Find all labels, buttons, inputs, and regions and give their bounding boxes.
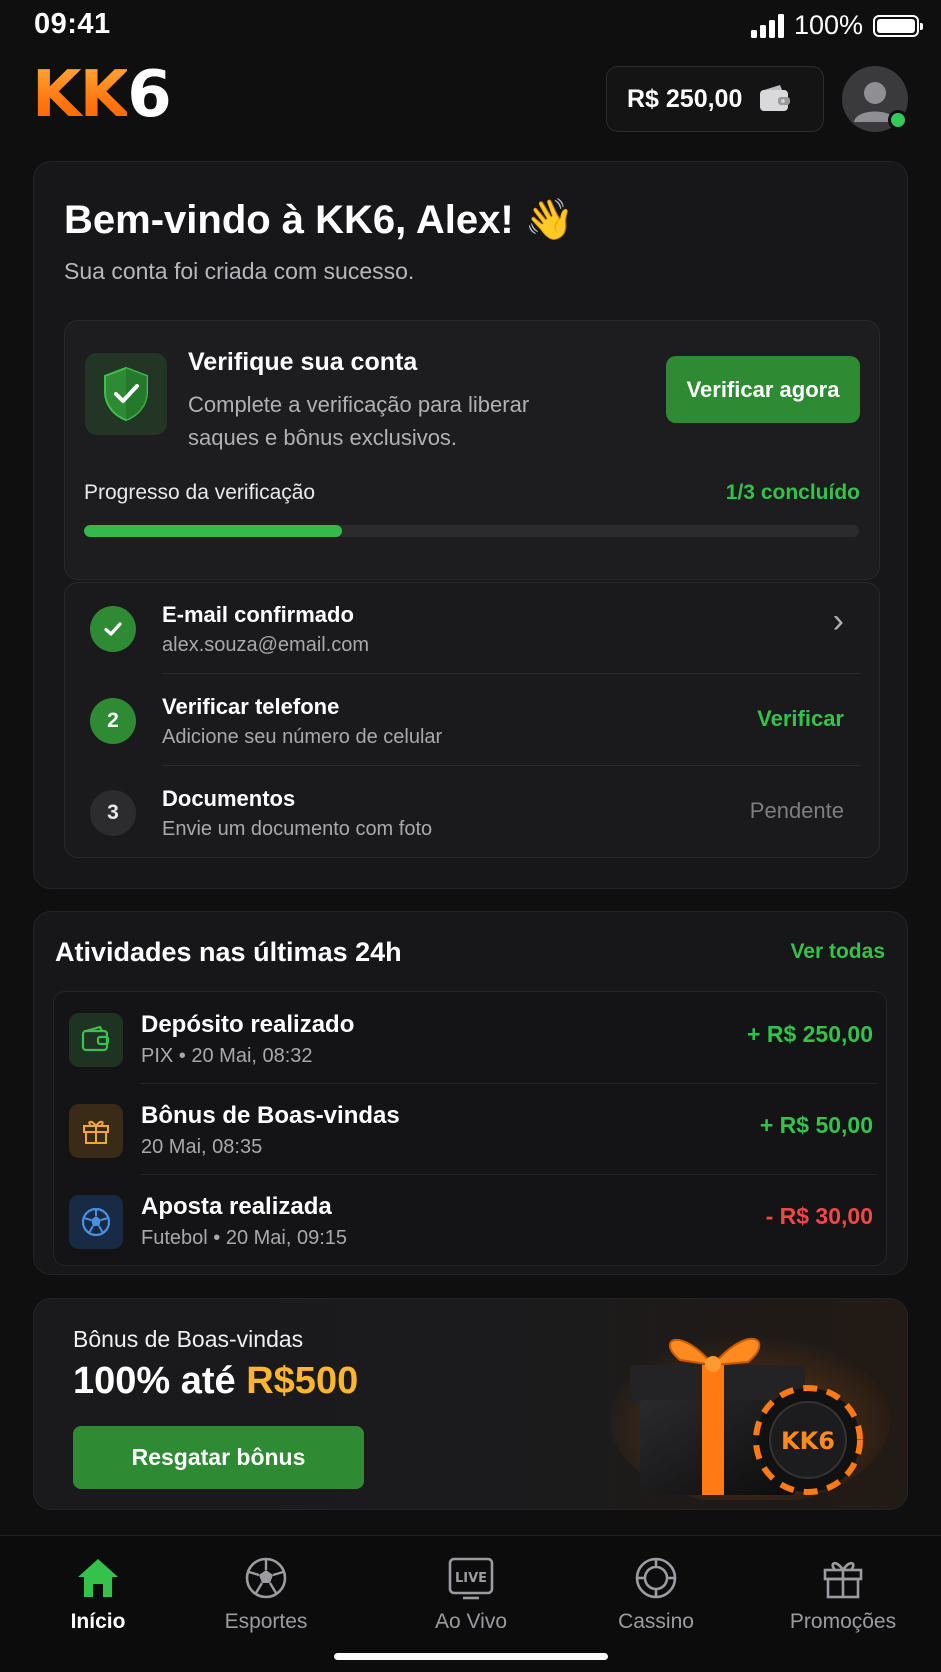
- activity-amount: - R$ 30,00: [765, 1203, 873, 1229]
- activity-item[interactable]: Depósito realizado PIX • 20 Mai, 08:32 +…: [53, 993, 887, 1084]
- verify-phone-link[interactable]: Verificar: [757, 706, 844, 732]
- soccer-ball-icon: [245, 1557, 287, 1599]
- balance-amount: R$ 250,00: [627, 84, 743, 113]
- gift-icon: [823, 1561, 863, 1599]
- tab-inicio[interactable]: Início: [18, 1556, 178, 1634]
- wallet-icon: [760, 85, 791, 111]
- claim-bonus-button[interactable]: Resgatar bônus: [73, 1426, 364, 1489]
- step-title: E-mail confirmado: [162, 602, 354, 627]
- activity-amount: + R$ 250,00: [747, 1021, 873, 1047]
- status-time: 09:41: [34, 8, 111, 40]
- tab-promocoes[interactable]: Promoções: [763, 1556, 923, 1634]
- step-subtitle: alex.souza@email.com: [162, 634, 370, 656]
- chevron-right-icon[interactable]: ›: [833, 602, 844, 641]
- progress-label: Progresso da verificação: [84, 481, 316, 504]
- tab-label: Esportes: [224, 1610, 308, 1633]
- online-status-dot: [888, 110, 908, 130]
- activity-name: Depósito realizado: [141, 1011, 355, 1038]
- step-number: 2: [90, 698, 136, 744]
- soccer-ball-icon: [69, 1195, 123, 1249]
- step-title: Verificar telefone: [162, 694, 340, 719]
- activity-name: Bônus de Boas-vindas: [141, 1102, 400, 1129]
- welcome-title: Bem-vindo à KK6, Alex! 👋: [64, 198, 575, 242]
- tab-label: Promoções: [789, 1610, 897, 1633]
- activity-meta: 20 Mai, 08:35: [141, 1136, 263, 1158]
- home-indicator: [334, 1653, 608, 1660]
- tab-esportes[interactable]: Esportes: [186, 1556, 346, 1634]
- welcome-subtitle: Sua conta foi criada com sucesso.: [64, 258, 415, 284]
- step-email[interactable]: E-mail confirmado alex.souza@email.com ›: [64, 582, 880, 674]
- shield-check-icon: [85, 353, 167, 435]
- gift-box-illustration: KK6: [610, 1335, 890, 1500]
- activity-title: Atividades nas últimas 24h: [55, 937, 402, 967]
- tab-cassino[interactable]: Cassino: [576, 1556, 736, 1634]
- live-badge: LIVE: [455, 1571, 487, 1586]
- tab-ao-vivo[interactable]: LIVE Ao Vivo: [391, 1556, 551, 1634]
- wallet-balance-button[interactable]: R$ 250,00: [606, 66, 824, 132]
- step-documents[interactable]: 3 Documentos Envie um documento com foto…: [64, 766, 880, 858]
- verify-description: Complete a verificação para liberar saqu…: [188, 392, 530, 450]
- promo-headline: 100% até R$500: [73, 1360, 359, 1402]
- step-subtitle: Envie um documento com foto: [162, 818, 433, 840]
- home-icon: [78, 1559, 118, 1597]
- activity-name: Aposta realizada: [141, 1193, 332, 1220]
- activity-meta: Futebol • 20 Mai, 09:15: [141, 1227, 348, 1249]
- step-phone[interactable]: 2 Verificar telefone Adicione seu número…: [64, 674, 880, 766]
- activity-amount: + R$ 50,00: [759, 1112, 873, 1138]
- activity-item[interactable]: Aposta realizada Futebol • 20 Mai, 09:15…: [53, 1175, 887, 1266]
- tab-label: Início: [70, 1610, 126, 1633]
- signal-icon: [750, 13, 784, 38]
- status-badge: Pendente: [749, 798, 844, 823]
- progress-status: 1/3 concluído: [725, 481, 860, 504]
- see-all-link[interactable]: Ver todas: [790, 940, 885, 964]
- check-icon: [90, 606, 136, 652]
- promo-kicker: Bônus de Boas-vindas: [73, 1326, 304, 1352]
- step-title: Documentos: [162, 786, 296, 811]
- step-subtitle: Adicione seu número de celular: [162, 726, 443, 748]
- live-tv-icon: LIVE: [448, 1557, 494, 1600]
- status-indicators: 100%: [750, 10, 923, 41]
- tab-label: Cassino: [618, 1610, 694, 1633]
- activity-meta: PIX • 20 Mai, 08:32: [141, 1045, 313, 1067]
- verification-progress-bar: [84, 525, 859, 537]
- tab-label: Ao Vivo: [435, 1610, 507, 1633]
- step-number: 3: [90, 790, 136, 836]
- casino-chip-icon: [635, 1557, 677, 1599]
- activity-item[interactable]: Bônus de Boas-vindas 20 Mai, 08:35 + R$ …: [53, 1084, 887, 1175]
- gift-icon: [69, 1104, 123, 1158]
- battery-percent: 100%: [793, 10, 863, 40]
- battery-icon: [873, 14, 923, 37]
- wallet-icon: [69, 1013, 123, 1067]
- kk6-logo[interactable]: KK6: [32, 60, 172, 130]
- verify-title: Verifique sua conta: [188, 348, 418, 376]
- progress-fill: [84, 525, 343, 537]
- verify-now-button[interactable]: Verificar agora: [666, 356, 860, 423]
- chip-logo-text: KK6: [781, 1427, 835, 1455]
